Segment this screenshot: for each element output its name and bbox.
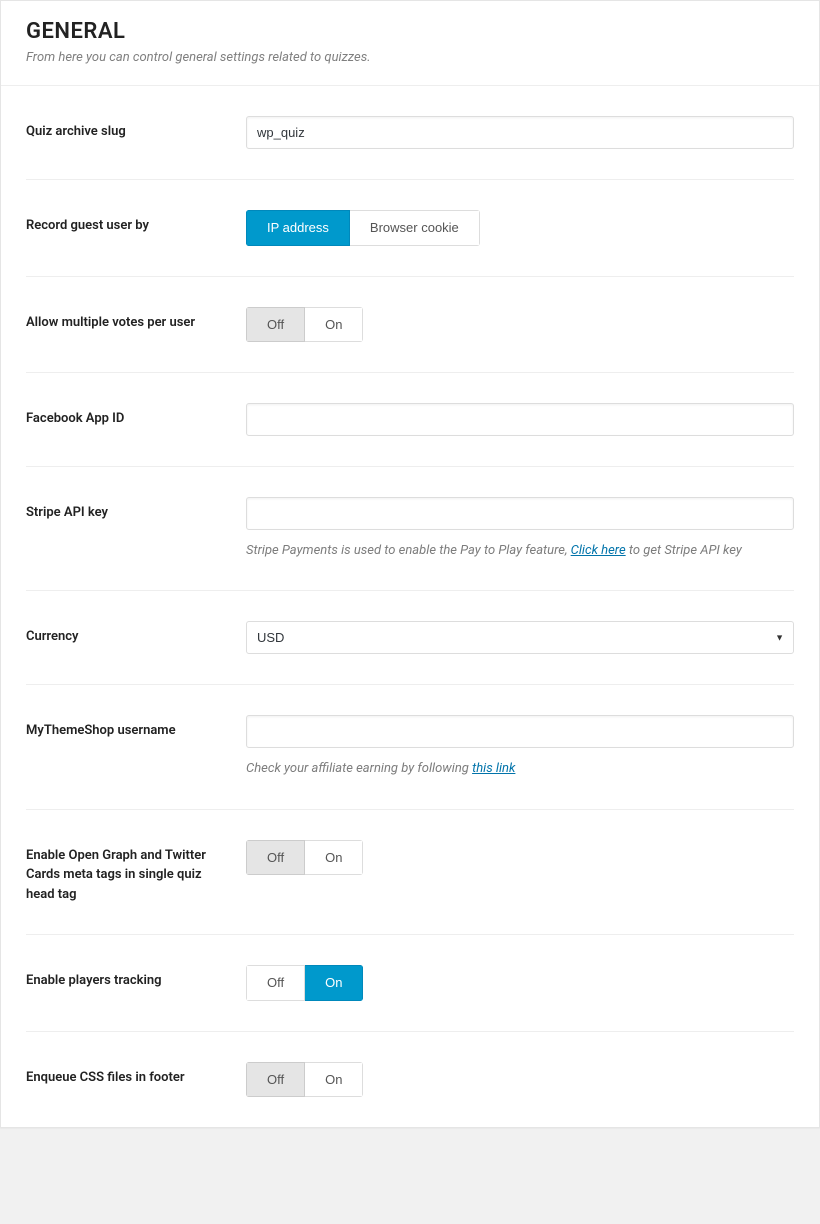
- label-stripe-api-key: Stripe API key: [26, 497, 246, 523]
- panel-header: GENERAL From here you can control genera…: [1, 1, 819, 86]
- toggle-css-footer: Off On: [246, 1062, 363, 1098]
- toggle-record-guest: IP address Browser cookie: [246, 210, 480, 246]
- general-settings-panel: GENERAL From here you can control genera…: [0, 0, 820, 1128]
- toggle-open-graph: Off On: [246, 840, 363, 876]
- toggle-multiple-votes-on[interactable]: On: [305, 307, 363, 343]
- field-stripe-api-key: Stripe API key Stripe Payments is used t…: [26, 467, 794, 591]
- field-currency: Currency USD ▼: [26, 591, 794, 685]
- toggle-multiple-votes: Off On: [246, 307, 363, 343]
- toggle-open-graph-on[interactable]: On: [305, 840, 363, 876]
- label-open-graph-tags: Enable Open Graph and Twitter Cards meta…: [26, 840, 246, 905]
- input-quiz-archive-slug[interactable]: [246, 116, 794, 149]
- field-quiz-archive-slug: Quiz archive slug: [26, 86, 794, 180]
- link-affiliate-this-link[interactable]: this link: [472, 761, 515, 776]
- toggle-browser-cookie[interactable]: Browser cookie: [350, 210, 480, 246]
- toggle-css-footer-on[interactable]: On: [305, 1062, 363, 1098]
- help-stripe: Stripe Payments is used to enable the Pa…: [246, 542, 794, 560]
- link-stripe-click-here[interactable]: Click here: [571, 543, 626, 558]
- panel-body: Quiz archive slug Record guest user by I…: [1, 86, 819, 1127]
- field-multiple-votes: Allow multiple votes per user Off On: [26, 277, 794, 374]
- label-currency: Currency: [26, 621, 246, 647]
- label-multiple-votes: Allow multiple votes per user: [26, 307, 246, 333]
- label-quiz-archive-slug: Quiz archive slug: [26, 116, 246, 142]
- label-mts-username: MyThemeShop username: [26, 715, 246, 741]
- field-players-tracking: Enable players tracking Off On: [26, 935, 794, 1032]
- field-mts-username: MyThemeShop username Check your affiliat…: [26, 685, 794, 809]
- page-title: GENERAL: [26, 19, 794, 44]
- field-css-footer: Enqueue CSS files in footer Off On: [26, 1032, 794, 1128]
- label-css-footer: Enqueue CSS files in footer: [26, 1062, 246, 1088]
- input-stripe-api-key[interactable]: [246, 497, 794, 530]
- toggle-open-graph-off[interactable]: Off: [246, 840, 305, 876]
- help-mts: Check your affiliate earning by followin…: [246, 760, 794, 778]
- toggle-players-tracking-on[interactable]: On: [305, 965, 363, 1001]
- toggle-css-footer-off[interactable]: Off: [246, 1062, 305, 1098]
- toggle-players-tracking-off[interactable]: Off: [246, 965, 305, 1001]
- toggle-players-tracking: Off On: [246, 965, 363, 1001]
- field-facebook-app-id: Facebook App ID: [26, 373, 794, 467]
- toggle-ip-address[interactable]: IP address: [246, 210, 350, 246]
- page-description: From here you can control general settin…: [26, 50, 794, 65]
- input-facebook-app-id[interactable]: [246, 403, 794, 436]
- label-players-tracking: Enable players tracking: [26, 965, 246, 991]
- label-facebook-app-id: Facebook App ID: [26, 403, 246, 429]
- toggle-multiple-votes-off[interactable]: Off: [246, 307, 305, 343]
- field-open-graph-tags: Enable Open Graph and Twitter Cards meta…: [26, 810, 794, 936]
- select-currency[interactable]: USD: [246, 621, 794, 654]
- input-mts-username[interactable]: [246, 715, 794, 748]
- field-record-guest: Record guest user by IP address Browser …: [26, 180, 794, 277]
- label-record-guest: Record guest user by: [26, 210, 246, 236]
